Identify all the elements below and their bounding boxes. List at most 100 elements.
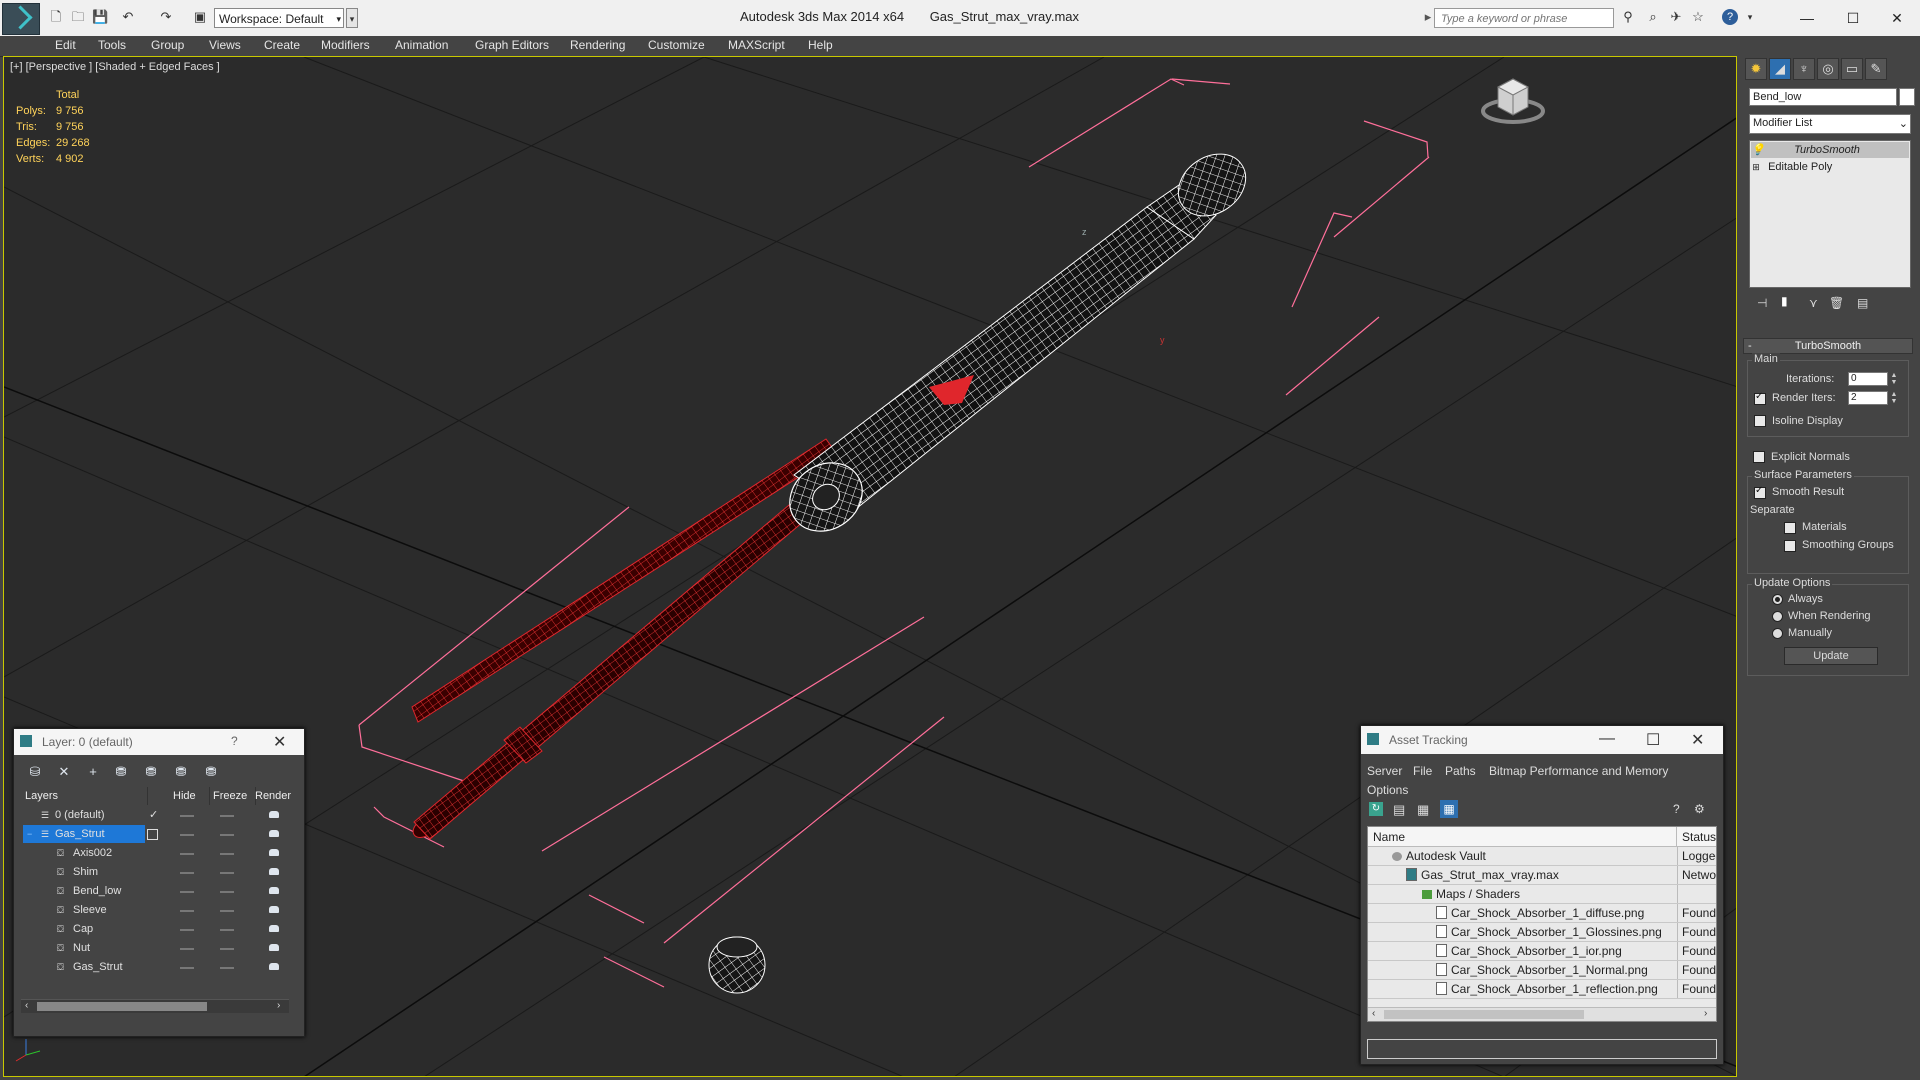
object-color-swatch[interactable] [1899,88,1915,106]
help-icon[interactable]: ? [1722,9,1738,25]
layer-row[interactable]: ⛋ Nut [21,939,289,958]
layer-row[interactable]: ⛋ Shim [21,863,289,882]
materials-checkbox[interactable] [1784,522,1796,534]
layer-row[interactable]: − ☰ Gas_Strut [21,825,289,844]
make-unique-icon[interactable]: ⋎ [1809,296,1818,310]
detail-view-icon[interactable]: ▦ [1417,802,1429,818]
turbosmooth-rollout-header[interactable]: - TurboSmooth [1743,338,1913,354]
create-layer-icon[interactable]: ⛁ [26,763,44,781]
asset-path-field[interactable] [1367,1039,1717,1059]
freeze-toggle[interactable] [220,967,234,969]
freeze-toggle[interactable] [220,834,234,836]
render-teapot-icon[interactable] [269,887,279,894]
minimize-button[interactable]: — [1784,5,1830,31]
help-button[interactable]: ? [231,734,238,748]
scrollbar-thumb[interactable] [1384,1010,1584,1019]
freeze-toggle[interactable] [220,910,234,912]
satellite-icon[interactable]: ✈ [1668,9,1684,25]
scroll-right-icon[interactable]: › [1704,1008,1707,1019]
viewcube[interactable] [1481,78,1545,124]
layer-row[interactable]: ⛋ Gas_Strut [21,958,289,977]
freeze-toggle[interactable] [220,853,234,855]
scrollbar-thumb[interactable] [37,1002,207,1011]
list-view-icon[interactable]: ▤ [1393,802,1405,818]
communication-center-icon[interactable]: ⌕ [1645,9,1661,25]
horizontal-scrollbar[interactable]: ‹ › [21,999,289,1013]
new-file-icon[interactable]: 🗋 [48,9,64,25]
menu-paths[interactable]: Paths [1445,764,1476,778]
render-teapot-icon[interactable] [269,963,279,970]
layer-row[interactable]: ⛋ Axis002 [21,844,289,863]
menu-views[interactable]: Views [209,38,241,52]
asset-row[interactable]: Gas_Strut_max_vray.max Networ [1368,866,1716,885]
create-tab-icon[interactable]: ✹ [1745,58,1767,80]
smooth-result-checkbox[interactable] [1754,485,1766,499]
asset-tracking-titlebar[interactable]: Asset Tracking — ☐ ✕ [1361,726,1723,754]
render-teapot-icon[interactable] [269,849,279,856]
quick-access-dropdown[interactable]: ▾ [346,8,358,28]
hide-toggle[interactable] [180,967,194,969]
make-active-box[interactable] [147,829,158,840]
modifier-list-dropdown[interactable]: Modifier List ⌄ [1749,114,1911,134]
save-icon[interactable]: 💾 [92,9,108,25]
add-to-layer-icon[interactable]: + [84,763,102,781]
show-end-result-icon[interactable]: ▮ [1781,294,1788,308]
refresh-icon[interactable]: ↻ [1369,802,1383,816]
render-iters-spinner[interactable]: 2 [1848,391,1888,405]
menu-server[interactable]: Server [1367,764,1402,778]
redo-icon[interactable]: ↷ [158,9,174,25]
menu-options[interactable]: Options [1367,783,1408,797]
render-teapot-icon[interactable] [269,944,279,951]
scroll-left-icon[interactable]: ‹ [1372,1008,1375,1019]
viewport-label[interactable]: [+] [Perspective ] [Shaded + Edged Faces… [10,61,220,73]
render-teapot-icon[interactable] [269,811,279,818]
layer-row[interactable]: ⛋ Bend_low [21,882,289,901]
menu-rendering[interactable]: Rendering [570,38,625,52]
asset-row[interactable]: Maps / Shaders [1368,885,1716,904]
column-name[interactable]: Name [1368,827,1677,847]
hide-toggle[interactable] [180,910,194,912]
render-teapot-icon[interactable] [269,830,279,837]
hide-toggle[interactable] [180,948,194,950]
freeze-toggle[interactable] [220,948,234,950]
menu-help[interactable]: Help [808,38,833,52]
render-teapot-icon[interactable] [269,868,279,875]
asset-row[interactable]: Car_Shock_Absorber_1_reflection.png Foun… [1368,980,1716,999]
motion-tab-icon[interactable]: ◎ [1817,58,1839,80]
column-freeze[interactable]: Freeze [211,787,256,805]
menu-bitmap-performance[interactable]: Bitmap Performance and Memory [1489,764,1668,778]
spinner-arrows-icon[interactable]: ▲ ▼ [1889,372,1899,386]
spinner-arrows-icon[interactable]: ▲ ▼ [1889,391,1899,405]
layer-row[interactable]: ⛋ Sleeve [21,901,289,920]
favorites-star-icon[interactable]: ☆ [1690,9,1706,25]
hide-toggle[interactable] [180,891,194,893]
render-iters-checkbox[interactable] [1754,391,1766,405]
scroll-right-icon[interactable]: › [277,1000,280,1011]
freeze-toggle[interactable] [220,815,234,817]
layer-dialog-titlebar[interactable]: Layer: 0 (default) ? ✕ [14,729,304,755]
hide-toggle[interactable] [180,834,194,836]
active-layer-checkmark-icon[interactable]: ✓ [149,806,158,825]
asset-row[interactable]: Car_Shock_Absorber_1_Glossines.png Found [1368,923,1716,942]
render-teapot-icon[interactable] [269,925,279,932]
asset-row[interactable]: Car_Shock_Absorber_1_Normal.png Found [1368,961,1716,980]
column-hide[interactable]: Hide [171,787,210,805]
iterations-spinner[interactable]: 0 [1848,372,1888,386]
object-name-field[interactable]: Bend_low [1749,88,1897,106]
table-view-icon[interactable]: ▦ [1440,800,1458,818]
asset-row[interactable]: Autodesk Vault Logged [1368,847,1716,866]
stack-item-editable-poly[interactable]: ⊞ Editable Poly [1751,159,1909,175]
hide-toggle[interactable] [180,929,194,931]
manually-radio[interactable] [1772,628,1783,639]
configure-modifier-sets-icon[interactable]: ▤ [1857,296,1868,310]
delete-layer-icon[interactable]: ✕ [55,763,73,781]
search-field[interactable] [1434,8,1614,28]
remove-modifier-icon[interactable]: 🗑 [1829,296,1844,310]
pin-stack-icon[interactable]: ⊣ [1757,296,1767,310]
modify-tab-icon[interactable]: ◢ [1769,58,1791,80]
utilities-tab-icon[interactable]: ✎ [1865,58,1887,80]
layer-row[interactable]: ☰ 0 (default) ✓ [21,806,289,825]
close-icon[interactable]: ✕ [1691,730,1704,750]
hide-toggle[interactable] [180,815,194,817]
hide-all-icon[interactable]: ⛃ [172,763,190,781]
